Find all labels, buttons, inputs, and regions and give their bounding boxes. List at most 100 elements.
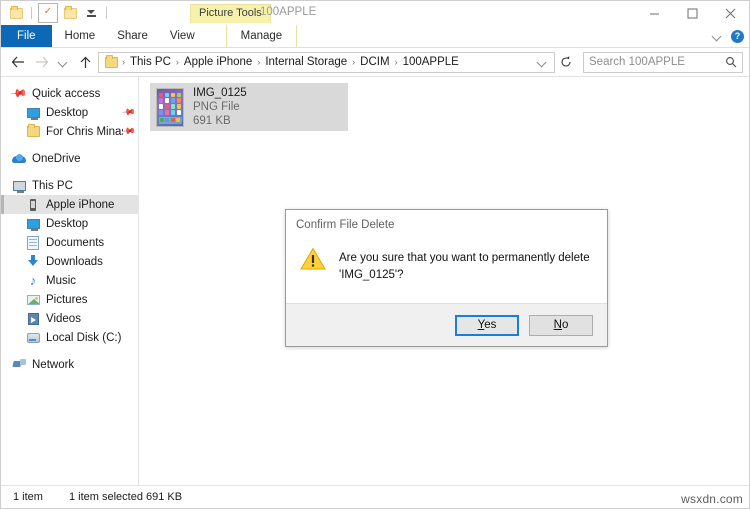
dialog-footer: Yes No <box>286 303 607 347</box>
minimize-button[interactable] <box>635 1 673 25</box>
sidebar-item-label: Videos <box>46 312 81 325</box>
sidebar-item-label: For Chris Minasi: <box>46 125 123 138</box>
warning-icon <box>300 247 326 271</box>
sidebar-item-documents[interactable]: Documents <box>1 233 138 252</box>
navigation-pane[interactable]: 📌 Quick access Desktop 📌 For Chris Minas… <box>1 77 139 485</box>
disk-icon <box>26 331 40 345</box>
refresh-icon <box>561 56 571 67</box>
tab-home[interactable]: Home <box>54 25 107 47</box>
breadcrumb: › This PC › Apple iPhone › Internal Stor… <box>121 56 538 68</box>
nav-group-gap <box>1 168 138 176</box>
dialog-message: Are you sure that you want to permanentl… <box>339 252 590 281</box>
search-icon <box>726 57 737 68</box>
quick-access-properties-button[interactable]: ✓ <box>38 3 58 23</box>
breadcrumb-bar[interactable]: › This PC › Apple iPhone › Internal Stor… <box>98 51 555 73</box>
sidebar-item-quick-access[interactable]: 📌 Quick access <box>1 84 138 103</box>
sidebar-item-downloads[interactable]: Downloads <box>1 252 138 271</box>
quick-access-customize-button[interactable] <box>82 4 100 22</box>
sidebar-item-label: Desktop <box>46 106 89 119</box>
sidebar-item-label: Music <box>46 274 77 287</box>
maximize-icon <box>687 8 697 18</box>
breadcrumb-item-100apple[interactable]: 100APPLE <box>399 56 463 68</box>
sidebar-item-apple-iphone[interactable]: Apple iPhone <box>1 195 138 214</box>
sidebar-item-label: Apple iPhone <box>46 198 115 211</box>
ribbon-tabstrip: File Home Share View Manage ? <box>1 25 749 48</box>
help-icon[interactable]: ? <box>731 29 744 43</box>
file-name: IMG_0125 <box>193 87 247 99</box>
file-list-pane[interactable]: IMG_0125 PNG File 691 KB Confirm File De… <box>139 77 749 485</box>
phone-icon <box>26 198 40 212</box>
sidebar-item-for-chris-minasi[interactable]: For Chris Minasi: 📌 <box>1 122 138 141</box>
recent-locations-button[interactable] <box>55 51 72 73</box>
sidebar-item-label: Downloads <box>46 255 103 268</box>
sidebar-item-desktop[interactable]: Desktop <box>1 214 138 233</box>
sidebar-item-label: Network <box>32 358 75 371</box>
sidebar-item-label: OneDrive <box>32 152 81 165</box>
yes-button[interactable]: Yes <box>455 314 519 336</box>
contextual-tab-header: Picture Tools <box>190 4 271 23</box>
breadcrumb-item-apple-iphone[interactable]: Apple iPhone <box>180 56 256 68</box>
quick-access-new-folder-button[interactable] <box>61 4 79 22</box>
arrow-right-icon <box>36 56 49 68</box>
sidebar-item-label: This PC <box>32 179 73 192</box>
quick-access-folder-icon[interactable] <box>7 4 25 22</box>
close-icon <box>725 8 735 18</box>
qat-separator <box>31 7 32 19</box>
qat-separator <box>106 7 107 19</box>
folder-icon <box>105 54 118 68</box>
sidebar-item-label: Quick access <box>32 87 101 100</box>
window-controls <box>635 1 749 25</box>
up-button[interactable] <box>74 51 96 73</box>
breadcrumb-dropdown-icon[interactable] <box>538 58 547 67</box>
chevron-down-icon <box>59 58 68 67</box>
sidebar-item-onedrive[interactable]: OneDrive <box>1 149 138 168</box>
sidebar-item-label: Local Disk (C:) <box>46 331 122 344</box>
sidebar-item-local-disk-c[interactable]: Local Disk (C:) <box>1 328 138 347</box>
tab-view[interactable]: View <box>159 25 206 47</box>
tab-share[interactable]: Share <box>106 25 159 47</box>
arrow-up-icon <box>80 56 90 68</box>
iphone-home-screen-thumbnail <box>156 87 184 127</box>
tab-file[interactable]: File <box>1 25 52 47</box>
cloud-icon <box>12 152 26 166</box>
no-label-rest: o <box>561 319 569 332</box>
sidebar-item-this-pc[interactable]: This PC <box>1 176 138 195</box>
confirm-file-delete-dialog: Confirm File Delete Are you sure that yo… <box>285 209 608 348</box>
folder-icon <box>63 5 77 19</box>
breadcrumb-item-internal-storage[interactable]: Internal Storage <box>261 56 351 68</box>
sidebar-item-label: Documents <box>46 236 105 249</box>
pin-icon: 📌 <box>9 84 28 103</box>
status-bar: 1 item 1 item selected 691 KB wsxdn.com <box>1 485 749 508</box>
forward-button[interactable] <box>31 51 53 73</box>
status-item-count: 1 item <box>13 491 43 503</box>
chevron-down-icon[interactable] <box>713 32 722 41</box>
close-button[interactable] <box>711 1 749 25</box>
music-icon: ♪ <box>29 273 37 288</box>
no-button[interactable]: No <box>529 314 593 336</box>
nav-group-gap <box>1 347 138 355</box>
maximize-button[interactable] <box>673 1 711 25</box>
quick-access-toolbar: ✓ <box>1 1 110 25</box>
pin-icon: 📌 <box>121 104 137 120</box>
sidebar-item-videos[interactable]: Videos <box>1 309 138 328</box>
arrow-left-icon <box>11 56 24 68</box>
explorer-body: 📌 Quick access Desktop 📌 For Chris Minas… <box>1 76 749 485</box>
search-input[interactable]: Search 100APPLE <box>589 56 725 68</box>
search-box[interactable]: Search 100APPLE <box>583 51 743 73</box>
yes-label-rest: es <box>484 319 497 332</box>
folder-icon <box>9 5 23 19</box>
address-bar: › This PC › Apple iPhone › Internal Stor… <box>1 48 749 76</box>
refresh-button[interactable] <box>557 52 575 73</box>
back-button[interactable] <box>7 51 29 73</box>
no-mnemonic: N <box>553 319 562 332</box>
videos-icon <box>26 312 40 326</box>
breadcrumb-item-dcim[interactable]: DCIM <box>356 56 393 68</box>
breadcrumb-item-this-pc[interactable]: This PC <box>126 56 175 68</box>
sidebar-item-music[interactable]: ♪ Music <box>1 271 138 290</box>
tab-manage[interactable]: Manage <box>225 25 298 47</box>
sidebar-item-pictures[interactable]: Pictures <box>1 290 138 309</box>
sidebar-item-desktop-quick[interactable]: Desktop 📌 <box>1 103 138 122</box>
file-item-img-0125[interactable]: IMG_0125 PNG File 691 KB <box>150 83 348 131</box>
sidebar-item-network[interactable]: Network <box>1 355 138 374</box>
monitor-icon <box>26 217 40 231</box>
